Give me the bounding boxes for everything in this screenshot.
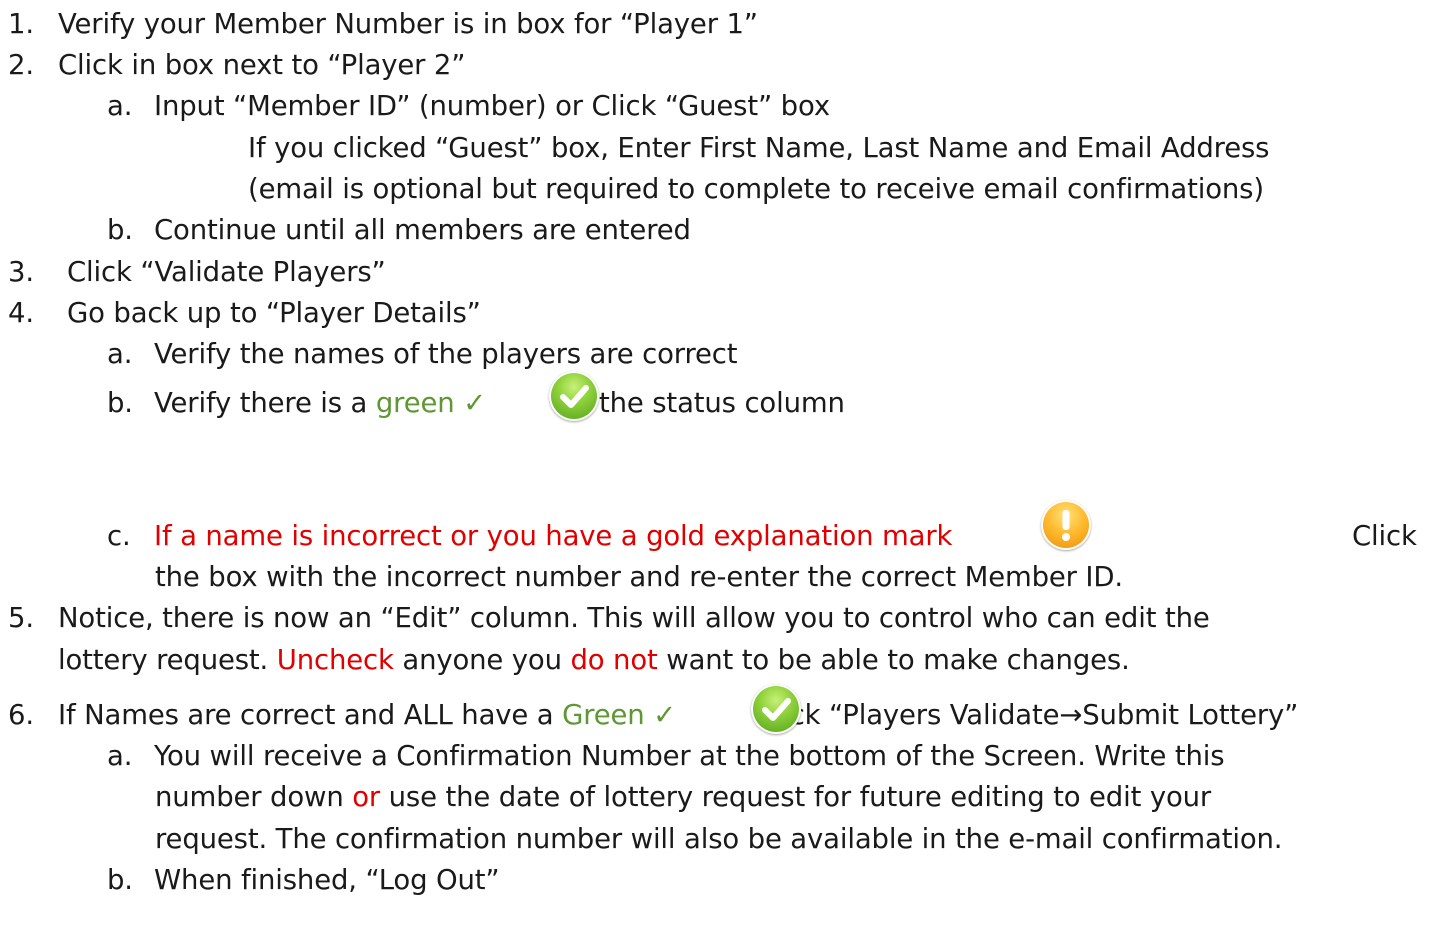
step-4: 4. Go back up to “Player Details” <box>8 295 481 331</box>
step-4b-text-pre: Verify there is a <box>154 387 376 419</box>
step-2b-marker: b. <box>107 214 133 246</box>
step-4-number: 4. <box>8 297 34 329</box>
step-6: 6. If Names are correct and ALL have a Gr… <box>8 697 1298 733</box>
step-3-text: Click “Validate Players” <box>67 256 386 288</box>
step-1-number: 1. <box>8 8 34 40</box>
step-2-text: Click in box next to “Player 2” <box>58 49 466 81</box>
step-4-text: Go back up to “Player Details” <box>67 297 481 329</box>
step-6b-text: When finished, “Log Out” <box>154 864 500 896</box>
step-4c: c. If a name is incorrect or you have a g… <box>107 518 952 554</box>
step-2: 2. Click in box next to “Player 2” <box>8 47 466 83</box>
step-2-number: 2. <box>8 49 34 81</box>
step-4a-text: Verify the names of the players are corr… <box>154 338 738 370</box>
step-1: 1. Verify your Member Number is in box fo… <box>8 6 758 42</box>
step-6a-marker: a. <box>107 740 133 772</box>
step-6b-marker: b. <box>107 864 133 896</box>
step-4c-click: Click <box>1352 520 1417 552</box>
step-4b-marker: b. <box>107 387 133 419</box>
gold-exclamation-circle-icon <box>1041 500 1091 550</box>
step-5-number: 5. <box>8 602 34 634</box>
step-6-text-pre: If Names are correct and ALL have a <box>58 699 563 731</box>
step-4c-marker: c. <box>107 520 131 552</box>
step-4b-text-post: in the status column <box>557 387 845 419</box>
step-5-line-1: Notice, there is now an “Edit” column. T… <box>58 602 1210 634</box>
step-1-text: Verify your Member Number is in box for … <box>58 8 758 40</box>
step-4b: b. Verify there is a green ✓ in the statu… <box>107 385 845 421</box>
step-6a-line-1: You will receive a Confirmation Number a… <box>154 740 1225 772</box>
step-4b-green-word: green ✓ <box>375 387 487 419</box>
step-4a: a. Verify the names of the players are co… <box>107 336 738 372</box>
step-2a: a. Input “Member ID” (number) or Click “G… <box>107 88 830 124</box>
step-5: 5. Notice, there is now an “Edit” column.… <box>8 600 1210 636</box>
step-4c-line-2: the box with the incorrect number and re… <box>155 561 1124 593</box>
step-2b: b. Continue until all members are entered <box>107 212 691 248</box>
uncheck-word: Uncheck <box>276 644 394 676</box>
step-6a-line-2: number down or use the date of lottery r… <box>155 781 1212 813</box>
step-3-number: 3. <box>8 256 34 288</box>
step-4a-marker: a. <box>107 338 133 370</box>
step-2a-marker: a. <box>107 90 133 122</box>
step-2a-note-line-2: (email is optional but required to compl… <box>248 173 1264 205</box>
or-word: or <box>352 781 381 813</box>
green-check-circle-icon <box>549 371 599 421</box>
step-6-text-post: Click “Players Validate→Submit Lottery” <box>747 699 1299 731</box>
step-4c-red-text: If a name is incorrect or you have a gol… <box>154 520 953 552</box>
step-3: 3. Click “Validate Players” <box>8 254 386 290</box>
step-2b-text: Continue until all members are entered <box>154 214 691 246</box>
step-6a-line-3: request. The confirmation number will al… <box>155 823 1283 855</box>
step-6-number: 6. <box>8 699 34 731</box>
green-check-circle-icon <box>751 684 801 734</box>
step-6-green-word: Green ✓ <box>562 699 677 731</box>
do-not-word: do not <box>570 644 658 676</box>
step-6a: a. You will receive a Confirmation Number… <box>107 738 1225 774</box>
step-2a-text: Input “Member ID” (number) or Click “Gue… <box>154 90 830 122</box>
step-5-line-2: lottery request. Uncheck anyone you do n… <box>58 644 1130 676</box>
step-6b: b. When finished, “Log Out” <box>107 862 500 898</box>
step-2a-note-line-1: If you clicked “Guest” box, Enter First … <box>248 132 1270 164</box>
